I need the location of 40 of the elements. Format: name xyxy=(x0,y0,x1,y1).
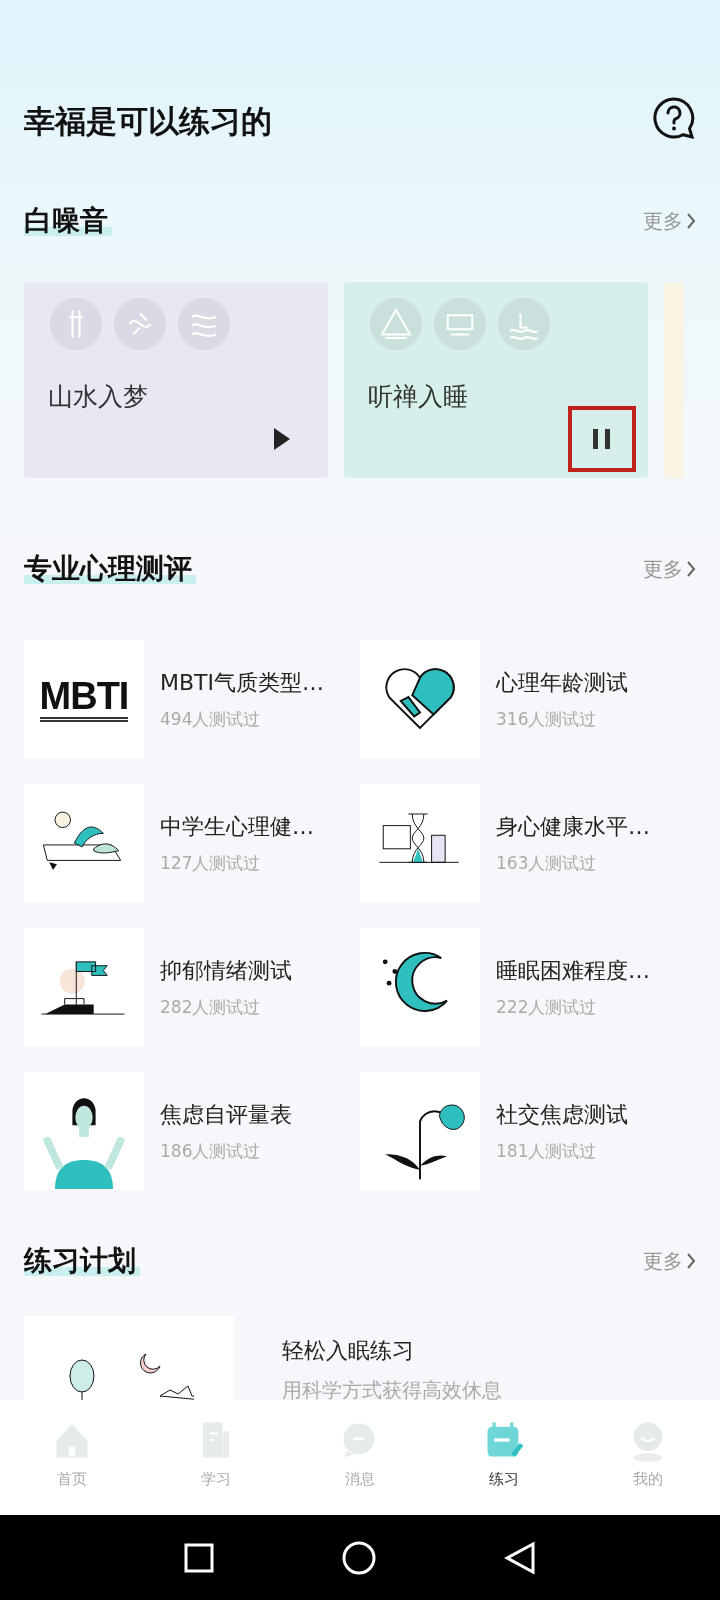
sound-badge-icon xyxy=(496,296,552,352)
plan-subtitle: 用科学方式获得高效休息 xyxy=(282,1377,502,1400)
test-title[interactable]: 心理年龄测试 xyxy=(496,665,628,699)
sound-badge-icon xyxy=(432,296,488,352)
test-title[interactable]: 抑郁情绪测试 xyxy=(160,953,292,987)
test-title[interactable]: 社交焦虑测试 xyxy=(496,1097,628,1131)
pause-button[interactable] xyxy=(568,406,636,472)
test-count: 282人测试过 xyxy=(160,995,262,1019)
help-button[interactable] xyxy=(652,96,696,140)
tab[interactable]: 练习 xyxy=(432,1400,576,1515)
recent-apps-icon[interactable] xyxy=(184,1542,214,1573)
sound-card[interactable]: 听禅入睡 xyxy=(344,282,648,478)
chevron-icon xyxy=(687,213,696,229)
back-icon[interactable] xyxy=(504,1540,536,1575)
test-title[interactable]: MBTI气质类型… xyxy=(160,665,324,699)
chevron-icon xyxy=(687,1253,696,1269)
test-count: 222人测试过 xyxy=(496,995,598,1019)
mbti-logo: MBTI xyxy=(39,675,129,723)
test-title[interactable]: 焦虑自评量表 xyxy=(160,1097,292,1131)
sound-badge-icon xyxy=(48,296,104,352)
test-title[interactable]: 身心健康水平… xyxy=(496,809,650,843)
test-count: 316人测试过 xyxy=(496,707,598,731)
test-count: 186人测试过 xyxy=(160,1139,262,1163)
test-count: 494人测试过 xyxy=(160,707,262,731)
sound-title: 听禅入睡 xyxy=(368,381,468,413)
sound-badge-icon xyxy=(112,296,168,352)
play-icon xyxy=(272,427,292,451)
sound-badge-icon xyxy=(368,296,424,352)
sound-title: 山水入梦 xyxy=(48,381,148,413)
plan-title[interactable]: 轻松入眠练习 xyxy=(282,1334,502,1367)
test-count: 127人测试过 xyxy=(160,851,262,875)
test-title[interactable]: 睡眠困难程度… xyxy=(496,953,650,987)
page-title: 幸福是可以练习的 xyxy=(24,102,272,141)
test-count: 163人测试过 xyxy=(496,851,598,875)
chevron-icon xyxy=(687,561,696,577)
home-icon[interactable] xyxy=(342,1540,376,1575)
test-count: 181人测试过 xyxy=(496,1139,598,1163)
sound-badge-icon xyxy=(176,296,232,352)
sound-card[interactable]: 山水入梦 xyxy=(24,282,328,478)
test-title[interactable]: 中学生心理健… xyxy=(160,809,314,843)
